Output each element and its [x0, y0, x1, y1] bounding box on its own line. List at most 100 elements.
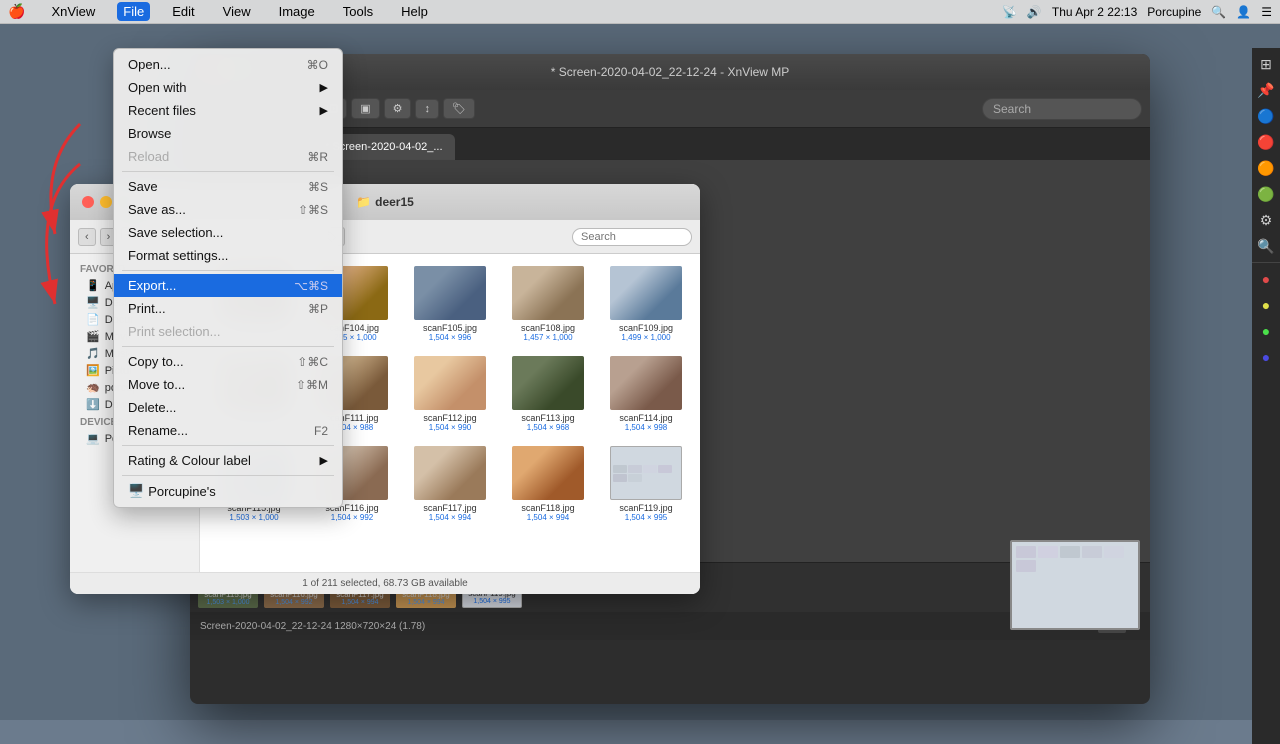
finder-file-name: scanF109.jpg: [619, 323, 673, 333]
monitor-icon: 🖥️: [128, 483, 144, 499]
menu-print-shortcut: ⌘P: [308, 302, 328, 316]
menu-separator-2: [122, 270, 334, 271]
menu-browse[interactable]: Browse: [114, 122, 342, 145]
menu-save-selection[interactable]: Save selection...: [114, 221, 342, 244]
finder-file-name: scanF119.jpg: [619, 503, 672, 513]
finder-file-item[interactable]: scanF113.jpg 1,504 × 968: [502, 352, 594, 436]
menu-open-label: Open...: [128, 57, 171, 72]
menu-move-to-shortcut: ⇧⌘M: [296, 378, 328, 392]
menu-open-shortcut: ⌘O: [307, 58, 328, 72]
menu-copy-to[interactable]: Copy to... ⇧⌘C: [114, 350, 342, 373]
menu-print[interactable]: Print... ⌘P: [114, 297, 342, 320]
rs-icon-4[interactable]: 🔴: [1254, 130, 1278, 154]
menu-recent-files-label: Recent files: [128, 103, 196, 118]
rs-icon-12[interactable]: ●: [1254, 345, 1278, 369]
rs-icon-10[interactable]: ●: [1254, 293, 1278, 317]
rs-icon-2[interactable]: 📌: [1254, 78, 1278, 102]
finder-statusbar: 1 of 211 selected, 68.73 GB available: [70, 572, 700, 594]
menu-print-selection-label: Print selection...: [128, 324, 221, 339]
finder-title: 📁 deer15: [356, 195, 414, 209]
xnview-image-statusbar: Screen-2020-04-02_22-12-24 1280×720×24 (…: [190, 612, 1150, 640]
finder-file-dims: 1,504 × 990: [429, 423, 471, 432]
rs-icon-5[interactable]: 🟠: [1254, 156, 1278, 180]
pictures-icon: 🖼️: [86, 364, 100, 377]
menu-save-as-label: Save as...: [128, 202, 186, 217]
finder-back-btn[interactable]: ‹: [78, 228, 96, 246]
menu-recent-files-arrow: ▶: [320, 104, 328, 117]
menu-save-as[interactable]: Save as... ⇧⌘S: [114, 198, 342, 221]
finder-file-item[interactable]: scanF119.jpg 1,504 × 995: [600, 442, 692, 526]
menu-open-with-arrow: ▶: [320, 81, 328, 94]
rs-icon-3[interactable]: 🔵: [1254, 104, 1278, 128]
applications-icon: 📱: [86, 279, 100, 292]
menubar-image[interactable]: Image: [273, 2, 321, 21]
app-background: 📁 deer15 ‹ › ⊞ ☰ ⊟ ⊡ ⌥ ⚙ ⬆ 🏷 Favorites 📱…: [0, 24, 1280, 720]
menubar-tools[interactable]: Tools: [337, 2, 379, 21]
search-icon[interactable]: 🔍: [1211, 5, 1226, 19]
finder-file-dims: 1,504 × 995: [625, 513, 667, 522]
menu-icon[interactable]: ☰: [1261, 5, 1272, 19]
rs-icon-8[interactable]: 🔍: [1254, 234, 1278, 258]
toolbar-action[interactable]: ↕: [415, 99, 439, 119]
datetime: Thu Apr 2 22:13: [1052, 5, 1137, 19]
finder-file-dims: 1,504 × 998: [625, 423, 667, 432]
menu-print-label: Print...: [128, 301, 166, 316]
rs-icon-9[interactable]: ●: [1254, 267, 1278, 291]
menu-copy-to-shortcut: ⇧⌘C: [297, 355, 328, 369]
menu-open-with[interactable]: Open with ▶: [114, 76, 342, 99]
finder-search-input[interactable]: [572, 228, 692, 246]
rs-icon-6[interactable]: 🟢: [1254, 182, 1278, 206]
menubar-xnview[interactable]: XnView: [45, 2, 101, 21]
menu-rename[interactable]: Rename... F2: [114, 419, 342, 442]
menu-open[interactable]: Open... ⌘O: [114, 53, 342, 76]
menu-save[interactable]: Save ⌘S: [114, 175, 342, 198]
finder-close-button[interactable]: [82, 196, 94, 208]
finder-file-item[interactable]: scanF114.jpg 1,504 × 998: [600, 352, 692, 436]
finder-minimize-button[interactable]: [100, 196, 112, 208]
finder-file-dims: 1,499 × 1,000: [621, 333, 670, 342]
finder-file-item[interactable]: scanF117.jpg 1,504 × 994: [404, 442, 496, 526]
menu-rating-colour[interactable]: Rating & Colour label ▶: [114, 449, 342, 472]
menu-export[interactable]: Export... ⌥⌘S: [114, 274, 342, 297]
finder-file-name: scanF112.jpg: [423, 413, 476, 423]
menubar-right: 📡 🔊 Thu Apr 2 22:13 Porcupine 🔍 👤 ☰: [1002, 5, 1272, 19]
finder-file-thumb: [414, 356, 486, 410]
rs-icon-11[interactable]: ●: [1254, 319, 1278, 343]
menu-format-settings[interactable]: Format settings...: [114, 244, 342, 267]
porcupine-icon: 🦔: [86, 381, 100, 394]
rs-icon-1[interactable]: ⊞: [1254, 52, 1278, 76]
finder-file-item[interactable]: scanF109.jpg 1,499 × 1,000: [600, 262, 692, 346]
downloads-icon: ⬇️: [86, 398, 100, 411]
menu-copy-to-label: Copy to...: [128, 354, 184, 369]
apple-menu-icon[interactable]: 🍎: [8, 3, 25, 20]
menu-open-with-label: Open with: [128, 80, 187, 95]
finder-file-item[interactable]: scanF108.jpg 1,457 × 1,000: [502, 262, 594, 346]
toolbar-size[interactable]: ▣: [351, 98, 379, 119]
xnview-search-bar[interactable]: Search: [982, 98, 1142, 120]
toolbar-settings[interactable]: ⚙: [384, 98, 412, 119]
finder-file-dims: 1,457 × 1,000: [523, 333, 572, 342]
menubar-file[interactable]: File: [117, 2, 150, 21]
menu-separator-1: [122, 171, 334, 172]
finder-file-thumb: [512, 356, 584, 410]
rs-icon-7[interactable]: ⚙: [1254, 208, 1278, 232]
menu-delete[interactable]: Delete...: [114, 396, 342, 419]
finder-file-item[interactable]: scanF112.jpg 1,504 × 990: [404, 352, 496, 436]
finder-file-item[interactable]: scanF105.jpg 1,504 × 996: [404, 262, 496, 346]
menu-move-to[interactable]: Move to... ⇧⌘M: [114, 373, 342, 396]
finder-file-item[interactable]: scanF118.jpg 1,504 × 994: [502, 442, 594, 526]
toolbar-tag[interactable]: 🏷: [443, 98, 475, 119]
menu-recent-files[interactable]: Recent files ▶: [114, 99, 342, 122]
menubar-edit[interactable]: Edit: [166, 2, 200, 21]
music-icon: 🎵: [86, 347, 100, 360]
image-info: Screen-2020-04-02_22-12-24 1280×720×24 (…: [200, 621, 425, 632]
search-label: Search: [993, 102, 1031, 116]
user-avatar[interactable]: 👤: [1236, 5, 1251, 19]
finder-file-thumb: [610, 356, 682, 410]
menubar-help[interactable]: Help: [395, 2, 434, 21]
menu-porcupines[interactable]: 🖥️ Porcupine's: [114, 479, 342, 503]
imac-icon: 💻: [86, 432, 100, 445]
desktop-icon: 🖥️: [86, 296, 100, 309]
menubar-view[interactable]: View: [217, 2, 257, 21]
menu-move-to-label: Move to...: [128, 377, 185, 392]
